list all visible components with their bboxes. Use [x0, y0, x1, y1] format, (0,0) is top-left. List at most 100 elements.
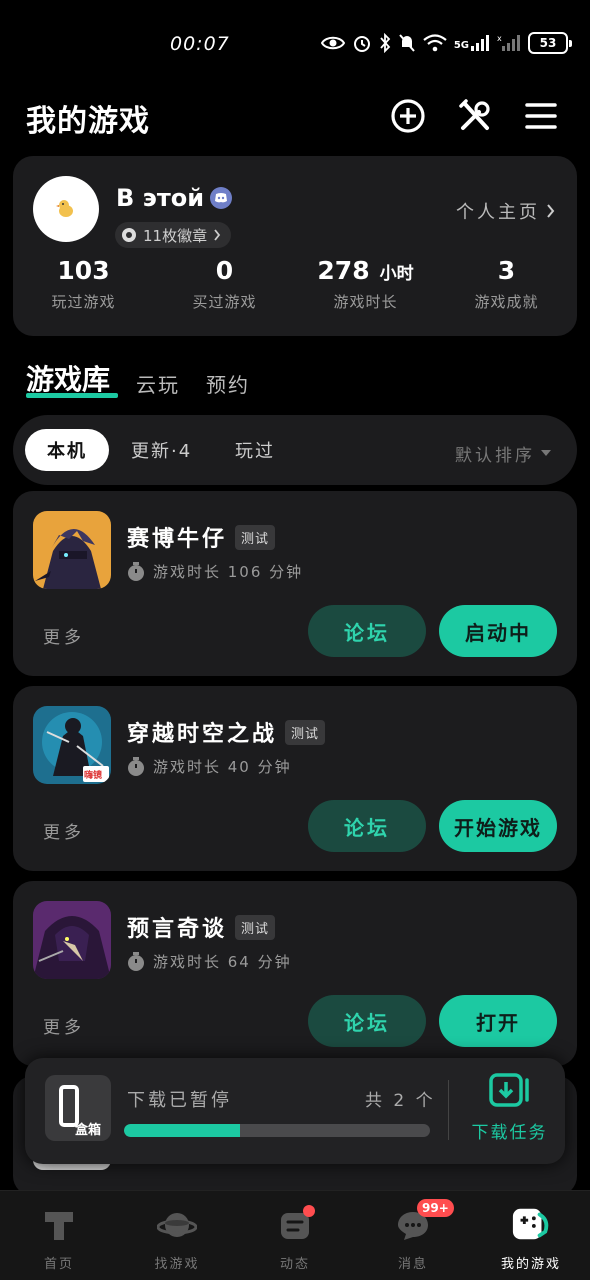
profile-stats: 103 玩过游戏 0 买过游戏 278 小时 游戏时长 3 游戏成就	[13, 256, 577, 312]
stat-label: 游戏成就	[474, 293, 539, 311]
more-link[interactable]: 更多	[43, 818, 85, 843]
forum-button[interactable]: 论坛	[308, 800, 426, 852]
menu-button[interactable]	[521, 96, 561, 136]
tools-button[interactable]	[455, 96, 495, 136]
game-title: 预言奇谈 测试	[127, 911, 276, 943]
start-game-button[interactable]: 开始游戏	[439, 800, 557, 852]
download-count: 共 2 个	[365, 1091, 436, 1111]
nav-label: 找游戏	[154, 1257, 200, 1272]
stopwatch-icon	[128, 561, 144, 581]
game-playtime: 游戏时长 106 分钟	[127, 561, 303, 582]
logo-text: 盒箱	[75, 1123, 102, 1138]
planet-icon	[157, 1213, 197, 1237]
game-icon-time-war[interactable]: 嗨镜	[33, 706, 111, 784]
svg-text:x: x	[497, 35, 502, 43]
stat-unit: 小时	[379, 264, 414, 284]
username-text: В этой	[116, 184, 205, 212]
page-title: 我的游戏	[26, 104, 150, 139]
forum-button[interactable]: 论坛	[308, 605, 426, 657]
app-logo: 盒箱	[45, 1075, 111, 1141]
download-status: 下载已暂停	[127, 1090, 232, 1111]
game-card[interactable]: 嗨镜 穿越时空之战 测试 游戏时长 40 分钟 更多 论坛 开始游戏	[13, 686, 577, 871]
beta-tag: 测试	[235, 524, 276, 550]
battery-icon: 53	[528, 32, 572, 54]
bottom-nav: 首页 找游戏 动态 99+ 消息 我的游戏	[0, 1190, 590, 1280]
nav-label: 首页	[43, 1257, 74, 1272]
wifi-icon	[423, 34, 447, 52]
stat-value: 0	[215, 256, 234, 285]
app-header: 我的游戏	[0, 92, 590, 142]
launch-button[interactable]: 启动中	[439, 605, 557, 657]
game-title-text: 预言奇谈	[127, 917, 228, 942]
add-button[interactable]	[388, 96, 428, 136]
mute-bell-icon	[399, 34, 415, 52]
forum-button[interactable]: 论坛	[308, 995, 426, 1047]
alarm-icon	[353, 36, 370, 52]
profile-home-link[interactable]: 个人主页	[456, 198, 555, 224]
nav-feed[interactable]: 动态	[236, 1191, 354, 1280]
menu-icon	[525, 103, 557, 129]
section-tabs: 游戏库 云玩 预约	[26, 358, 250, 398]
chevron-right-icon	[214, 229, 221, 241]
filter-local[interactable]: 本机	[25, 429, 109, 471]
stat-playtime[interactable]: 278 小时 游戏时长	[295, 256, 436, 312]
playtime-text: 游戏时长 106 分钟	[153, 563, 304, 581]
medals-chip[interactable]: 11枚徽章	[115, 222, 232, 248]
game-card[interactable]: 赛博牛仔 测试 游戏时长 106 分钟 更多 论坛 启动中	[13, 491, 577, 676]
medal-icon	[122, 228, 136, 242]
tab-reservations[interactable]: 预约	[206, 369, 250, 398]
signal-weak-icon: x	[497, 35, 520, 51]
game-icon-cyber-cowboy[interactable]	[33, 511, 111, 589]
download-bar[interactable]: 盒箱 下载已暂停 共 2 个 下载任务	[25, 1058, 565, 1164]
notification-dot	[303, 1205, 315, 1217]
add-circle-icon	[391, 99, 425, 133]
stat-label: 游戏时长	[333, 293, 398, 311]
game-title-text: 赛博牛仔	[127, 527, 228, 552]
avatar[interactable]	[33, 176, 99, 242]
nav-label: 动态	[279, 1257, 310, 1272]
download-tasks-button[interactable]: 下载任务	[462, 1072, 557, 1143]
home-link-text: 个人主页	[456, 202, 540, 223]
game-card[interactable]: 预言奇谈 测试 游戏时长 64 分钟 更多 论坛 打开	[13, 881, 577, 1066]
bluetooth-icon	[380, 33, 391, 53]
nav-my-games[interactable]: 我的游戏	[472, 1191, 590, 1280]
download-progress-bar	[124, 1124, 430, 1137]
stat-label: 买过游戏	[192, 293, 257, 311]
stat-played[interactable]: 103 玩过游戏	[13, 256, 154, 312]
filter-played[interactable]: 玩过	[213, 429, 297, 471]
game-icon-prophecy[interactable]	[33, 901, 111, 979]
tab-game-library[interactable]: 游戏库	[26, 358, 119, 398]
nav-messages[interactable]: 99+ 消息	[354, 1191, 472, 1280]
stopwatch-icon	[128, 756, 144, 776]
nav-find-games[interactable]: 找游戏	[118, 1191, 236, 1280]
stat-label: 玩过游戏	[51, 293, 116, 311]
beta-tag: 测试	[285, 719, 326, 745]
game-playtime: 游戏时长 40 分钟	[127, 756, 292, 777]
more-link[interactable]: 更多	[43, 623, 85, 648]
profile-card: В этой 11枚徽章 个人主页 103 玩过游戏 0 买过游戏 278 小时 …	[13, 156, 577, 336]
open-button[interactable]: 打开	[439, 995, 557, 1047]
game-icon-badge: 嗨镜	[84, 771, 103, 781]
stat-achievements[interactable]: 3 游戏成就	[436, 256, 577, 312]
status-time: 00:07	[170, 33, 230, 55]
download-tasks-label: 下载任务	[471, 1123, 548, 1143]
sort-dropdown[interactable]: 默认排序	[455, 441, 551, 466]
username: В этой	[116, 184, 233, 212]
beta-tag: 测试	[235, 914, 276, 940]
divider	[448, 1080, 449, 1140]
gamepad-icon	[512, 1208, 549, 1240]
stat-value: 103	[57, 256, 110, 285]
more-link[interactable]: 更多	[43, 1013, 85, 1038]
nav-home[interactable]: 首页	[0, 1191, 118, 1280]
game-title-text: 穿越时空之战	[127, 722, 278, 747]
filter-updates[interactable]: 更新·4	[109, 429, 214, 471]
game-title: 赛博牛仔 测试	[127, 521, 276, 553]
tab-cloud-play[interactable]: 云玩	[136, 369, 180, 398]
playtime-text: 游戏时长 64 分钟	[153, 953, 292, 971]
network-type: 5G	[453, 40, 469, 51]
game-playtime: 游戏时长 64 分钟	[127, 951, 292, 972]
stat-bought[interactable]: 0 买过游戏	[154, 256, 295, 312]
unread-badge: 99+	[417, 1199, 454, 1217]
signal-5g-icon: 5G	[454, 35, 490, 51]
stat-value: 278	[317, 256, 370, 285]
